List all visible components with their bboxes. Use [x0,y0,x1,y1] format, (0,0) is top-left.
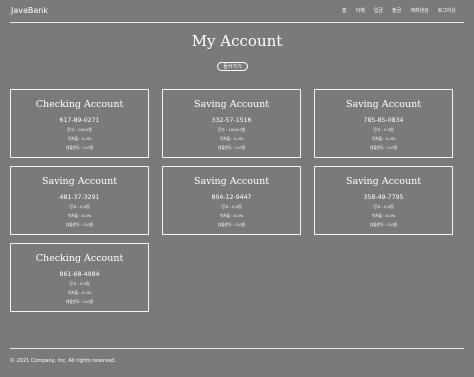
account-card[interactable]: Checking Account 617-89-0271 잔고 : 100.0원… [10,89,149,158]
brand-logo[interactable]: JavaBank [11,6,48,15]
nav-links: 홈 이체 입금 출금 계좌생성 로그아웃 [342,7,456,14]
account-interest-rate: 이자율 : 0.0% [67,213,92,218]
account-balance: 잔고 : 0.0원 [373,204,394,209]
account-card[interactable]: Saving Account 481-37-3291 잔고 : 0.0원 이자율… [10,166,149,235]
account-loan-limit: 대출한도 : 0.0원 [65,299,94,304]
account-balance: 잔고 : 0.0원 [221,204,242,209]
account-number: 804-12-9447 [211,194,252,201]
nav-home[interactable]: 홈 [342,7,347,14]
account-type: Saving Account [193,176,270,187]
footer-copyright: © 2021 Company, Inc. All rights reserved… [10,358,116,364]
account-interest-rate: 이자율 : 0.0% [371,136,396,141]
account-type: Checking Account [35,253,124,264]
account-number: 332-57-1516 [211,117,252,124]
nav-logout[interactable]: 로그아웃 [438,7,456,14]
nav-transfer[interactable]: 이체 [356,7,365,14]
account-balance: 잔고 : 1000.0원 [217,127,246,132]
account-interest-rate: 이자율 : 0.0% [371,213,396,218]
account-loan-limit: 대출한도 : 0.0원 [369,222,398,227]
account-loan-limit: 대출한도 : 0.0원 [369,145,398,150]
account-interest-rate: 이자율 : 0.0% [219,136,244,141]
account-loan-limit: 대출한도 : 0.0원 [217,145,246,150]
account-balance: 잔고 : 0.0원 [69,281,90,286]
page-title: My Account [191,32,283,50]
account-interest-rate: 이자율 : 0.0% [219,213,244,218]
account-interest-rate: 이자율 : 0.0% [67,290,92,295]
account-card[interactable]: Saving Account 804-12-9447 잔고 : 0.0원 이자율… [162,166,301,235]
account-balance: 잔고 : 100.0원 [66,127,93,132]
account-card[interactable]: Saving Account 785-85-0834 잔고 : 0.0원 이자율… [314,89,453,158]
account-interest-rate: 이자율 : 0.0% [67,136,92,141]
account-card[interactable]: Checking Account 861-68-4984 잔고 : 0.0원 이… [10,243,149,312]
back-button[interactable]: 돌아가기 [217,62,248,71]
nav-withdraw[interactable]: 출금 [392,7,401,14]
account-loan-limit: 대출한도 : 0.0원 [65,222,94,227]
account-loan-limit: 대출한도 : 0.0원 [217,222,246,227]
nav-deposit[interactable]: 입금 [374,7,383,14]
account-type: Checking Account [35,99,124,110]
account-balance: 잔고 : 0.0원 [69,204,90,209]
account-balance: 잔고 : 0.0원 [373,127,394,132]
account-number: 358-49-7795 [363,194,404,201]
footer-divider [10,348,464,349]
account-number: 481-37-3291 [59,194,100,201]
account-type: Saving Account [345,99,422,110]
account-number: 617-89-0271 [59,117,100,124]
nav-create-account[interactable]: 계좌생성 [410,7,428,14]
account-card[interactable]: Saving Account 358-49-7795 잔고 : 0.0원 이자율… [314,166,453,235]
account-type: Saving Account [41,176,118,187]
account-card[interactable]: Saving Account 332-57-1516 잔고 : 1000.0원 … [162,89,301,158]
account-number: 861-68-4984 [59,271,100,278]
account-type: Saving Account [193,99,270,110]
account-type: Saving Account [345,176,422,187]
navbar: JavaBank 홈 이체 입금 출금 계좌생성 로그아웃 [10,0,464,22]
header-divider [10,22,464,23]
account-loan-limit: 대출한도 : 0.0원 [65,145,94,150]
account-number: 785-85-0834 [363,117,404,124]
